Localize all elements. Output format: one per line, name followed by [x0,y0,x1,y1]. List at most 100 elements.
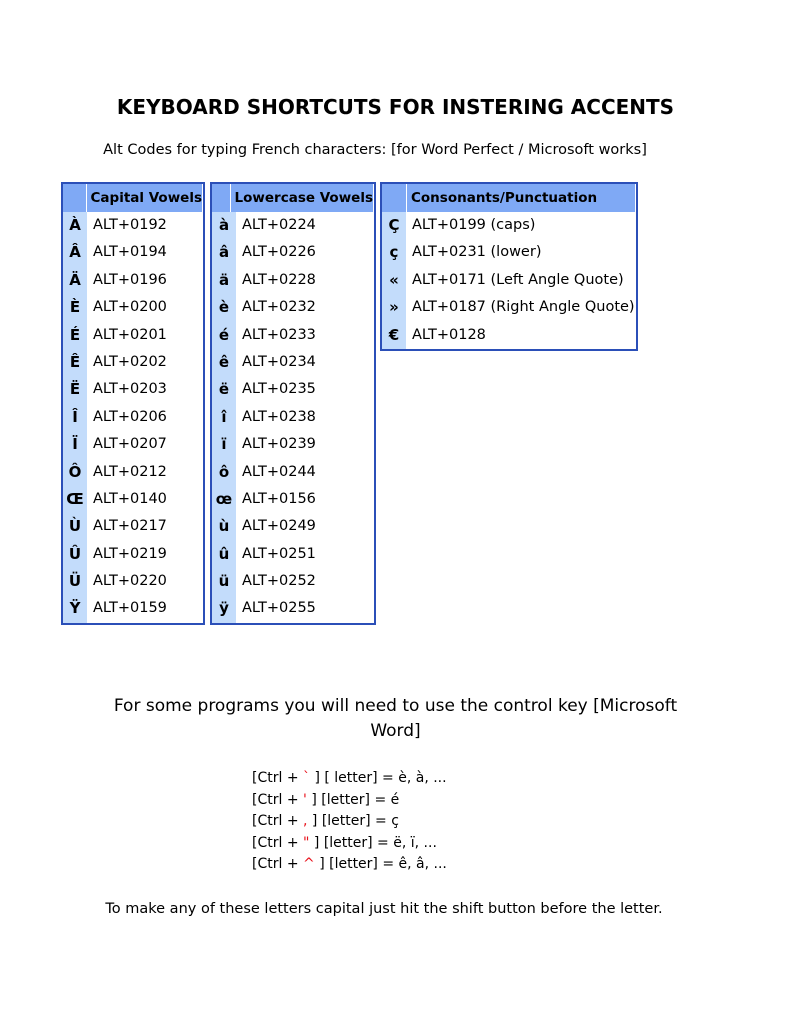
character-cell: É [63,321,87,349]
footer-note: To make any of these letters capital jus… [105,901,663,917]
header-key-cell [382,184,407,212]
table-row: é ALT+0233 [212,321,374,349]
alt-code-cell: ALT+0238 [242,408,316,425]
table-header: Consonants/Punctuation [382,184,636,212]
character-cell: « [382,266,406,295]
table-row: ë ALT+0235 [212,376,374,404]
header-label: Consonants/Punctuation [407,184,636,212]
character-cell: Œ [63,485,87,514]
table-row: Ï ALT+0207 [63,431,203,459]
table-row: à ALT+0224 [212,212,374,240]
alt-code-cell: ALT+0235 [242,381,316,398]
character-cell: Ÿ [63,595,87,623]
table-row: Œ ALT+0140 [63,485,203,514]
alt-code-cell: ALT+0252 [242,573,316,590]
shortcut-text: ] [letter] = ç [307,813,399,830]
alt-code-cell: ALT+0239 [242,436,316,453]
alt-code-cell: ALT+0207 [93,436,167,453]
alt-code-cell: ALT+0251 [242,545,316,562]
control-key-intro-line1: For some programs you will need to use t… [113,696,678,716]
character-cell: à [212,212,236,240]
header-key-cell [212,184,231,212]
alt-code-cell: ALT+0255 [242,600,316,617]
alt-code-cell: ALT+0171 (Left Angle Quote) [412,271,624,288]
character-cell: î [212,403,236,432]
alt-code-cell: ALT+0244 [242,463,316,480]
character-cell: ê [212,348,236,377]
table-row: È ALT+0200 [63,294,203,322]
character-cell: Û [63,540,87,569]
table-row: Ê ALT+0202 [63,348,203,377]
character-cell: Ç [382,212,406,240]
alt-code-cell: ALT+0224 [242,217,316,233]
table-row: Î ALT+0206 [63,403,203,432]
character-cell: À [63,212,87,240]
alt-code-cell: ALT+0228 [242,271,316,288]
table-row: ê ALT+0234 [212,348,374,377]
alt-code-cell: ALT+0226 [242,244,316,261]
alt-code-cell: ALT+0231 (lower) [412,244,542,261]
table-row: Ü ALT+0220 [63,568,203,596]
character-cell: Ù [63,513,87,541]
shortcut-text: ] [letter] = ê, â, ... [314,856,447,873]
table-row: € ALT+0128 [382,321,636,349]
character-cell: é [212,321,236,349]
character-cell: È [63,294,87,322]
character-cell: ÿ [212,595,236,623]
alt-code-cell: ALT+0200 [93,299,167,316]
shortcut-text: ] [letter] = é [306,791,400,808]
character-cell: è [212,294,236,322]
table-row: ù ALT+0249 [212,513,374,541]
alt-code-cell: ALT+0201 [93,326,167,343]
alt-code-cell: ALT+0206 [93,408,167,425]
table-row: ä ALT+0228 [212,266,374,295]
accent-symbol: ^ [303,856,315,873]
ctrl-shortcut-line: [Ctrl + ' ] [letter] = é [252,790,447,812]
alt-code-cell: ALT+0199 (caps) [412,217,536,233]
shortcut-text: [Ctrl + [252,834,304,851]
ctrl-shortcut-line: [Ctrl + ^ ] [letter] = ê, â, ... [252,854,447,876]
shortcut-text: [Ctrl + [252,791,304,808]
alt-code-cell: ALT+0194 [93,244,167,261]
ctrl-shortcut-line: [Ctrl + " ] [letter] = ë, ï, ... [252,833,447,855]
character-cell: œ [212,485,236,514]
table-row: ÿ ALT+0255 [212,595,374,623]
character-cell: Ä [63,266,87,295]
alt-code-cell: ALT+0192 [93,217,167,233]
character-cell: ô [212,458,236,486]
alt-code-cell: ALT+0140 [93,490,167,507]
header-label: Lowercase Vowels [231,184,374,212]
table-row: è ALT+0232 [212,294,374,322]
table-row: û ALT+0251 [212,540,374,569]
alt-code-cell: ALT+0220 [93,573,167,590]
shortcut-text: [Ctrl + [252,856,304,873]
alt-code-cell: ALT+0128 [412,326,486,343]
table-row: Û ALT+0219 [63,540,203,569]
table-header: Lowercase Vowels [212,184,374,212]
consonants-punctuation-table: Consonants/Punctuation Ç ALT+0199 (caps) ç… [380,182,638,351]
ctrl-shortcut-list: [Ctrl + ` ] [ letter] = è, à, ... [Ctrl +… [252,768,447,876]
alt-code-cell: ALT+0202 [93,353,167,370]
alt-code-cell: ALT+0159 [93,600,167,617]
header-key-cell [63,184,87,212]
table-row: â ALT+0226 [212,239,374,267]
table-header: Capital Vowels [63,184,203,212]
header-label: Capital Vowels [87,184,203,212]
lowercase-vowels-table: Lowercase Vowels à ALT+0224 â ALT+0226 ä ALT+… [210,182,376,625]
alt-code-cell: ALT+0249 [242,518,316,535]
table-row: » ALT+0187 (Right Angle Quote) [382,294,636,322]
alt-code-cell: ALT+0212 [93,463,167,480]
character-cell: Ô [63,458,87,486]
table-row: Ç ALT+0199 (caps) [382,212,636,240]
alt-code-cell: ALT+0219 [93,545,167,562]
character-cell: Â [63,239,87,267]
ctrl-shortcut-line: [Ctrl + , ] [letter] = ç [252,811,447,833]
table-row: Ë ALT+0203 [63,376,203,404]
alt-code-cell: ALT+0233 [242,326,316,343]
table-row: Ô ALT+0212 [63,458,203,486]
table-row: É ALT+0201 [63,321,203,349]
character-cell: ç [382,239,406,267]
accent-symbol: ` [303,770,311,786]
alt-code-cell: ALT+0156 [242,490,316,507]
table-row: î ALT+0238 [212,403,374,432]
